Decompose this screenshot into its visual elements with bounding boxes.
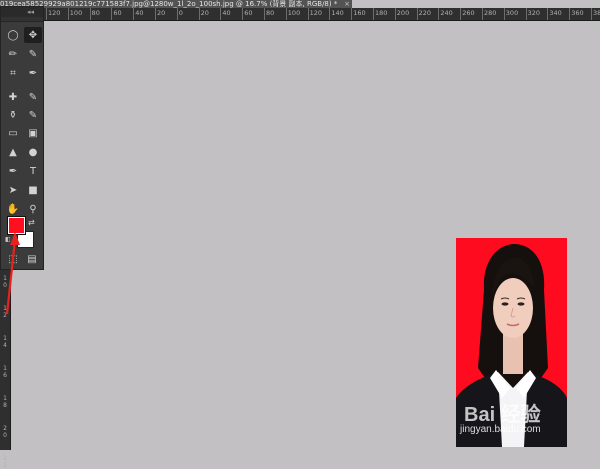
ruler-label: 2 0 [3,425,7,439]
foreground-color-swatch[interactable] [8,217,25,234]
ruler-label: 1 4 [3,335,7,349]
ruler-label: 120 [309,9,323,17]
ruler-tick [285,8,287,20]
ruler-label: 220 [418,9,432,17]
ruler-tick [460,8,462,20]
document-tab[interactable]: 019cea58529929a801219c771583f7.jpg@1280w… [0,0,352,8]
ruler-tick [482,8,483,20]
ruler-label: 40 [135,9,144,17]
crop-icon[interactable]: ⌗ [4,65,22,81]
ruler-label: 20 [157,9,166,17]
type-icon[interactable]: T [24,163,42,179]
ruler-tick [351,8,353,20]
ruler-tick [133,8,135,20]
ruler-label: 380 [593,9,600,17]
default-colors-icon[interactable]: ◧ [5,236,11,243]
eraser-icon[interactable]: ▭ [4,125,22,141]
ruler-label: 360 [571,9,584,17]
toolbox-grip[interactable] [1,17,43,22]
ruler-label: 60 [113,9,122,17]
rectangle-shape-icon[interactable]: ■ [24,182,42,198]
ruler-label: 260 [462,9,475,17]
ruler-label: 1 8 [3,395,7,409]
history-brush-icon[interactable]: ✎ [24,107,42,123]
toolbox-header[interactable]: ◂◂ [1,7,43,17]
ruler-tick [67,8,69,20]
dodge-icon[interactable]: ● [24,144,42,160]
ruler-top[interactable]: 120 100 80 60 40 20 0 20 40 60 80 100 120 140 160 180 20… [0,8,600,21]
ruler-tick [525,8,527,20]
quick-selection-icon[interactable]: ✎ [24,46,42,62]
close-icon[interactable]: × [344,0,350,8]
ruler-tick [373,8,374,20]
brush-icon[interactable]: ✎ [24,89,42,105]
gradient-icon[interactable]: ▣ [24,125,42,141]
ruler-label: 60 [244,9,253,17]
ruler-label: 1 0 [3,275,7,289]
spot-healing-icon[interactable]: ✚ [4,89,22,105]
baidu-watermark: Bai 经验 jingyan.baidu.com [458,392,588,442]
ruler-tick [89,8,91,20]
ruler-label: 240 [440,9,453,17]
swap-colors-icon[interactable]: ⇄ [28,218,35,227]
ruler-label: 0 [178,9,183,17]
clone-stamp-icon[interactable]: ⚱ [4,107,22,123]
ruler-label: 2 2 [3,455,7,469]
ruler-tick [264,8,265,20]
ruler-label: 100 [287,9,301,17]
ruler-tick [111,8,113,20]
watermark-url: jingyan.baidu.com [460,424,541,435]
screen-mode-icon[interactable]: ▤ [23,251,41,267]
toolbox-panel: ◂◂ ◯ ✥ ✏ ✎ ⌗ ✒ ✚ ✎ ⚱ ✎ ▭ ▣ ▲ ● ✒ T ➤ ■ ✋ ⚲ ⇄ ◧ ⬚ ▤ [0,6,44,270]
ruler-label: 200 [396,9,410,17]
ruler-label: 300 [505,9,519,17]
elliptical-marquee-icon[interactable]: ◯ [4,27,22,43]
ruler-tick [569,8,571,20]
ruler-tick [242,8,244,20]
hand-icon[interactable]: ✋ [4,201,22,217]
ruler-tick [155,8,156,20]
ruler-tick [176,8,178,20]
ruler-label: 20 [200,9,209,17]
eyedropper-icon[interactable]: ✒ [24,65,42,81]
ruler-label: 40 [222,9,231,17]
ruler-tick [503,8,505,20]
blur-icon[interactable]: ▲ [4,144,22,160]
ruler-label: 80 [91,9,100,17]
ruler-tick [547,8,549,20]
ruler-label: 1 6 [3,365,7,379]
ruler-tick [438,8,440,20]
ruler-tick [307,8,309,20]
watermark-main: Bai 经验 [464,404,541,426]
ruler-tick [198,8,200,20]
ruler-tick [416,8,418,20]
quick-mask-icon[interactable]: ⬚ [4,251,22,267]
lasso-icon[interactable]: ✏ [4,46,22,62]
ruler-label: 100 [69,9,83,17]
ruler-label: 280 [484,9,497,17]
ruler-tick [591,8,592,20]
move-icon[interactable]: ✥ [24,27,42,43]
ruler-label: 120 [48,9,61,17]
path-selection-icon[interactable]: ➤ [4,182,22,198]
ruler-tick [220,8,222,20]
ruler-label: 160 [353,9,366,17]
document-tab-title: 019cea58529929a801219c771583f7.jpg@1280w… [0,0,338,8]
ruler-label: 180 [375,9,388,17]
ruler-tick [394,8,396,20]
ruler-label: 340 [549,9,562,17]
zoom-icon[interactable]: ⚲ [24,201,42,217]
ruler-label: 320 [527,9,541,17]
ruler-tick [46,8,47,20]
ruler-label: 80 [266,9,275,17]
ruler-label: 140 [331,9,344,17]
ruler-label: 1 2 [3,305,7,319]
pen-icon[interactable]: ✒ [4,163,22,179]
ruler-tick [329,8,331,20]
